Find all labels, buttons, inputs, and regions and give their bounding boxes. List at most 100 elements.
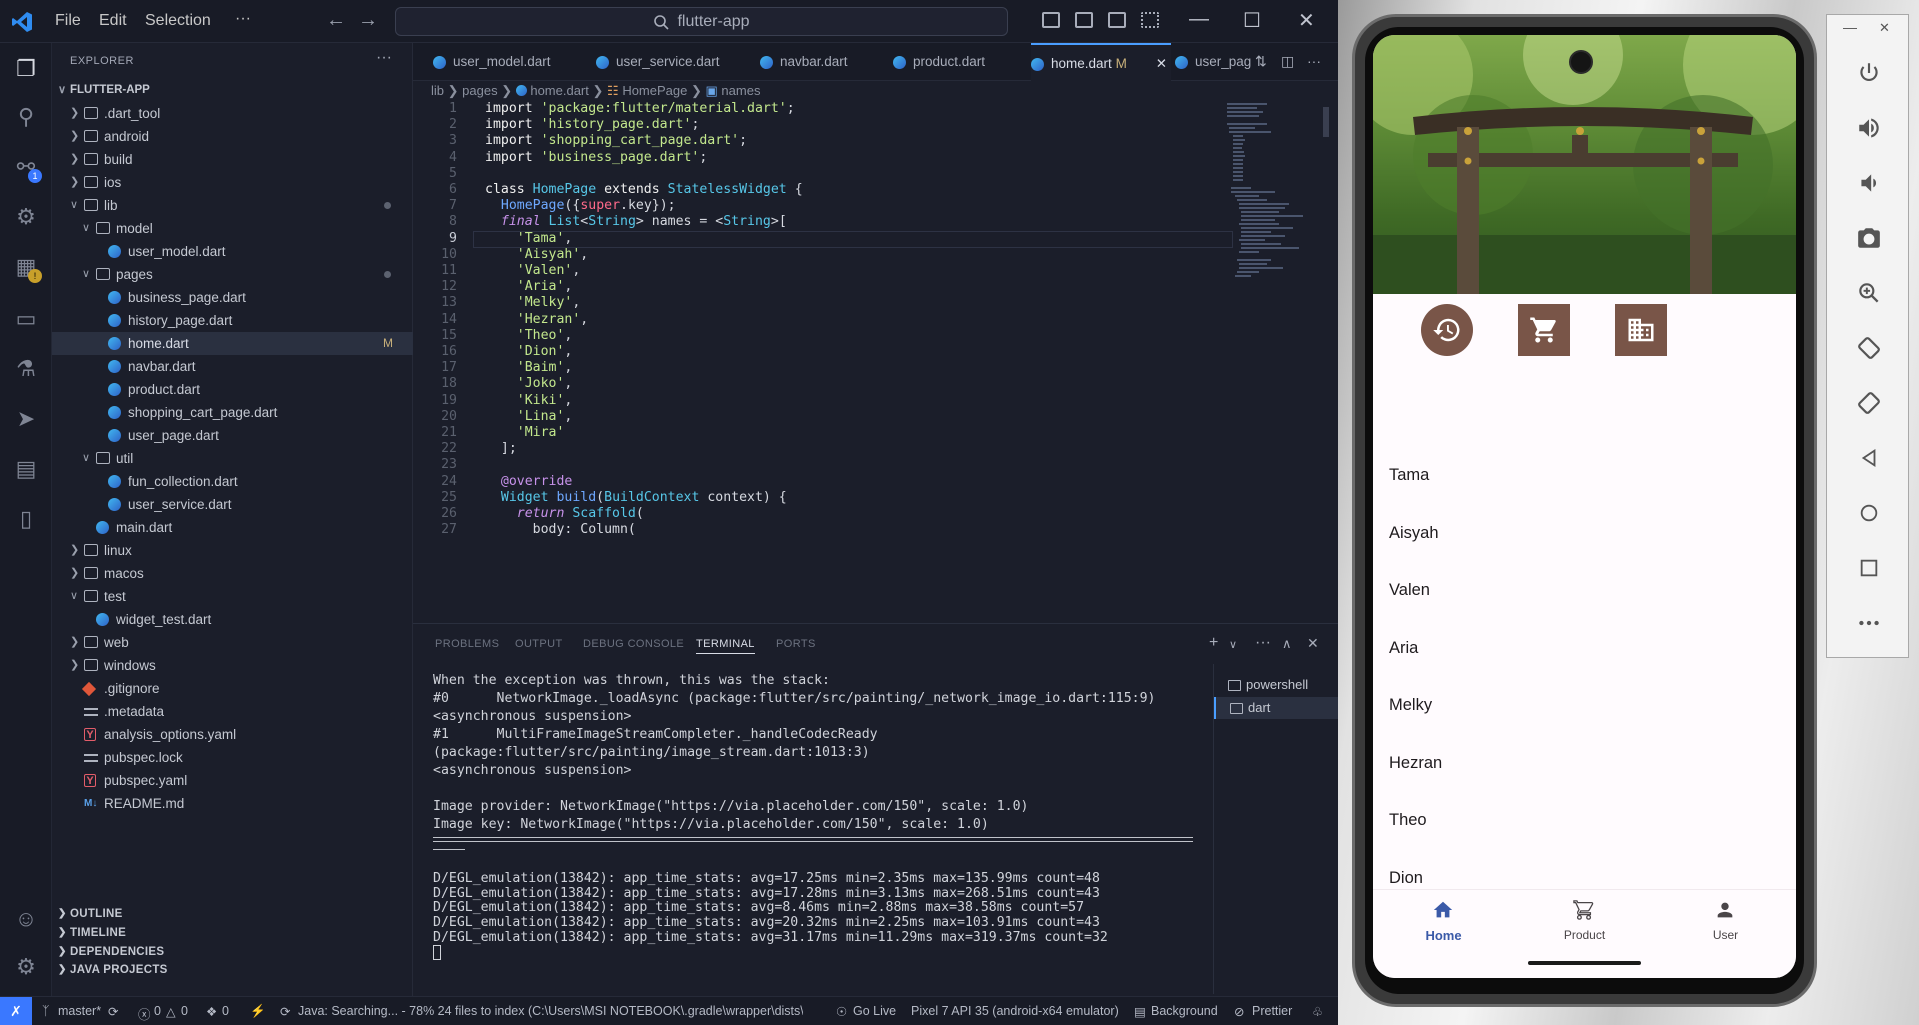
home-circle-icon[interactable] — [1851, 495, 1887, 531]
terminal-output[interactable]: When the exception was thrown, this was … — [433, 672, 1213, 961]
code-editor[interactable]: 1 import 'package:flutter/material.dart';… — [413, 101, 1233, 623]
crumb-class[interactable]: HomePage — [622, 83, 687, 98]
file-item[interactable]: shopping_cart_page.dart — [52, 401, 413, 424]
explorer-icon[interactable]: ❐ — [12, 55, 40, 83]
minimize-window-icon[interactable]: — — [1189, 8, 1209, 31]
panel-tab-ports[interactable]: PORTS — [776, 638, 816, 650]
close-panel-icon[interactable]: ✕ — [1307, 635, 1319, 652]
cart-button[interactable] — [1518, 304, 1570, 356]
tab-navbar[interactable]: navbar.dart — [760, 43, 848, 81]
java-status[interactable]: Java: Searching... - 78% 24 files to ind… — [298, 1004, 803, 1018]
list-item[interactable]: Tama — [1389, 466, 1429, 485]
ports-count[interactable]: 0 — [222, 1004, 229, 1018]
workspace-root[interactable]: ∨ FLUTTER-APP — [52, 79, 413, 102]
customize-layout-icon[interactable] — [1141, 12, 1159, 28]
folder-item[interactable]: ∨ model — [52, 217, 413, 240]
file-item[interactable]: .gitignore — [52, 677, 413, 700]
notifications-icon[interactable]: ♧ — [1312, 1004, 1323, 1019]
menu-selection[interactable]: Selection — [145, 12, 211, 30]
panel-tab-problems[interactable]: PROBLEMS — [435, 638, 499, 650]
run-debug-icon[interactable]: ⚙ — [12, 203, 40, 231]
command-center-search[interactable]: flutter-app — [395, 7, 1008, 36]
folder-item[interactable]: ❯ macos — [52, 562, 413, 585]
account-icon[interactable]: ☺ — [12, 905, 40, 933]
file-item[interactable]: Yanalysis_options.yaml — [52, 723, 413, 746]
prettier-status[interactable]: Prettier — [1252, 1004, 1292, 1018]
nav-home[interactable]: Home — [1373, 890, 1514, 950]
folder-item[interactable]: ∨ pages — [52, 263, 413, 286]
compare-icon[interactable]: ⇅ — [1255, 53, 1267, 70]
containers-icon[interactable]: ▤ — [12, 455, 40, 483]
panel-tab-output[interactable]: OUTPUT — [515, 638, 563, 650]
settings-gear-icon[interactable]: ⚙ — [12, 953, 40, 981]
camera-icon[interactable] — [1851, 220, 1887, 256]
file-item[interactable]: main.dart — [52, 516, 413, 539]
toggle-panel-icon[interactable] — [1075, 12, 1093, 28]
list-item[interactable]: Aisyah — [1389, 524, 1439, 543]
back-icon[interactable] — [1851, 440, 1887, 476]
list-item[interactable]: Dion — [1389, 869, 1423, 888]
file-item[interactable]: fun_collection.dart — [52, 470, 413, 493]
extensions-icon[interactable]: ▦! — [12, 253, 42, 283]
back-arrow-icon[interactable]: ← — [326, 9, 346, 32]
gesture-bar[interactable] — [1528, 961, 1641, 965]
menu-edit[interactable]: Edit — [99, 12, 127, 30]
file-item[interactable]: product.dart — [52, 378, 413, 401]
list-item[interactable]: Valen — [1389, 581, 1430, 600]
menu-more-button[interactable]: ··· — [235, 10, 251, 28]
toolbar-minimize-icon[interactable]: — — [1843, 19, 1857, 35]
terminal-session-powershell[interactable]: powershell — [1214, 674, 1338, 696]
more-icon[interactable] — [1851, 605, 1887, 641]
section-java-projects[interactable]: ❯ JAVA PROJECTS — [52, 959, 413, 981]
background-tasks[interactable]: Background — [1151, 1004, 1218, 1018]
remote-indicator-icon[interactable]: ✗ — [0, 997, 32, 1025]
minimap[interactable] — [1225, 101, 1315, 311]
folder-item[interactable]: ❯ web — [52, 631, 413, 654]
history-button[interactable] — [1421, 304, 1473, 356]
close-window-icon[interactable]: ✕ — [1298, 8, 1315, 33]
file-item[interactable]: M↓ README.md — [52, 792, 413, 815]
file-item[interactable]: user_page.dart — [52, 424, 413, 447]
tab-home[interactable]: home.dart M ✕ — [1031, 43, 1171, 81]
close-tab-icon[interactable]: ✕ — [1156, 45, 1167, 83]
folder-item[interactable]: ❯ .dart_tool — [52, 102, 413, 125]
split-editor-icon[interactable]: ◫ — [1281, 53, 1294, 70]
panel-more-icon[interactable]: ··· — [1255, 634, 1271, 652]
go-live-button[interactable]: Go Live — [853, 1004, 896, 1018]
warning-count[interactable]: 0 — [181, 1004, 188, 1018]
testing-icon[interactable]: ⚗ — [12, 355, 40, 383]
error-count[interactable]: 0 — [154, 1004, 161, 1018]
folder-item[interactable]: ∨ util — [52, 447, 413, 470]
new-terminal-icon[interactable]: + — [1209, 634, 1218, 652]
overview-icon[interactable] — [1851, 550, 1887, 586]
toolbar-close-icon[interactable]: ✕ — [1879, 20, 1890, 36]
tab-user-model[interactable]: user_model.dart — [433, 43, 551, 81]
tab-user-page[interactable]: user_pag — [1175, 43, 1251, 81]
power-icon[interactable] — [1851, 55, 1887, 91]
file-item[interactable]: .metadata — [52, 700, 413, 723]
folder-item[interactable]: ∨ lib — [52, 194, 413, 217]
folder-item[interactable]: ❯ android — [52, 125, 413, 148]
remote-explorer-icon[interactable]: ▭ — [12, 305, 40, 333]
explorer-more-icon[interactable]: ··· — [376, 49, 392, 67]
file-item[interactable]: business_page.dart — [52, 286, 413, 309]
file-item[interactable]: navbar.dart — [52, 355, 413, 378]
crumb-lib[interactable]: lib — [431, 83, 444, 98]
file-item[interactable]: home.dart M — [52, 332, 413, 355]
volume-up-icon[interactable] — [1851, 110, 1887, 146]
list-item[interactable]: Aria — [1389, 639, 1418, 658]
terminal-session-dart[interactable]: dart — [1214, 697, 1338, 719]
maximize-window-icon[interactable]: ☐ — [1243, 8, 1261, 33]
list-item[interactable]: Theo — [1389, 811, 1427, 830]
file-item[interactable]: user_service.dart — [52, 493, 413, 516]
folder-item[interactable]: ∨ test — [52, 585, 413, 608]
file-item[interactable]: pubspec.lock — [52, 746, 413, 769]
file-item[interactable]: history_page.dart — [52, 309, 413, 332]
source-control-icon[interactable]: ⚯ 1 — [12, 153, 42, 183]
rotate-left-icon[interactable] — [1851, 330, 1887, 366]
menu-file[interactable]: File — [55, 12, 81, 30]
nav-user[interactable]: User — [1655, 890, 1796, 950]
file-item[interactable]: Ypubspec.yaml — [52, 769, 413, 792]
search-view-icon[interactable]: ⚲ — [12, 103, 40, 131]
crumb-field[interactable]: names — [721, 83, 760, 98]
